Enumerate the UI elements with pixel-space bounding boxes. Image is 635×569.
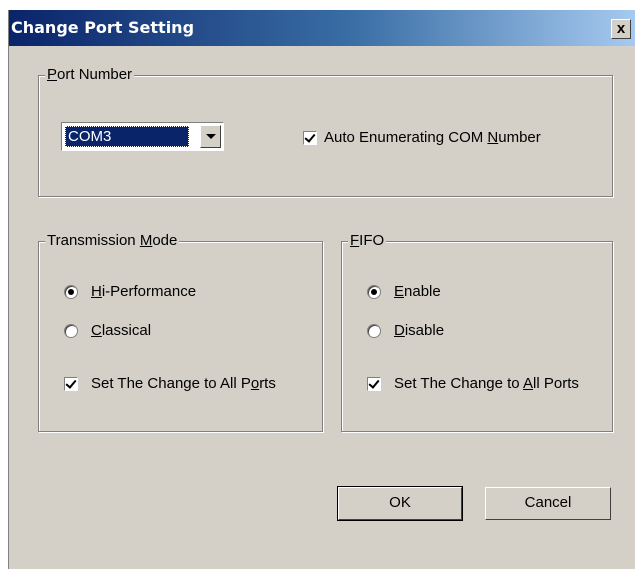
transmission-mode-group: Transmission Mode Hi-Performance Classic…	[38, 232, 323, 432]
auto-enumerating-checkbox[interactable]	[303, 131, 317, 145]
ok-button[interactable]: OK	[337, 486, 463, 521]
fifo-apply-all-label[interactable]: Set The Change to All Ports	[394, 375, 579, 393]
hi-performance-label[interactable]: Hi-Performance	[91, 283, 196, 301]
port-select-value: COM3	[65, 126, 189, 147]
transmission-mode-legend: Transmission Mode	[45, 232, 180, 250]
port-select[interactable]: COM3	[61, 122, 224, 151]
classical-radio[interactable]	[64, 324, 78, 338]
fifo-disable-label[interactable]: Disable	[394, 322, 444, 340]
cancel-button[interactable]: Cancel	[485, 487, 611, 520]
fifo-enable-label[interactable]: Enable	[394, 283, 441, 301]
transmission-apply-all-checkbox[interactable]	[64, 377, 78, 391]
change-port-setting-dialog: Change Port Setting x Port Number COM3 A…	[8, 10, 635, 569]
classical-label[interactable]: Classical	[91, 322, 151, 340]
port-number-group: Port Number COM3 Auto Enumerating COM Nu…	[38, 66, 613, 197]
transmission-apply-all-label[interactable]: Set The Change to All Ports	[91, 375, 276, 393]
close-icon: x	[616, 20, 626, 37]
port-number-legend: Port Number	[45, 66, 135, 84]
title-bar[interactable]: Change Port Setting x	[9, 10, 635, 46]
fifo-enable-radio[interactable]	[367, 285, 381, 299]
auto-enumerating-label[interactable]: Auto Enumerating COM Number	[324, 129, 541, 147]
window-title: Change Port Setting	[11, 18, 195, 37]
fifo-group: FIFO Enable Disable Set The Change to Al…	[341, 232, 613, 432]
fifo-apply-all-checkbox[interactable]	[367, 377, 381, 391]
fifo-disable-radio[interactable]	[367, 324, 381, 338]
hi-performance-radio[interactable]	[64, 285, 78, 299]
fifo-legend: FIFO	[348, 232, 387, 250]
close-button[interactable]: x	[611, 19, 631, 39]
chevron-down-icon[interactable]	[200, 125, 221, 148]
